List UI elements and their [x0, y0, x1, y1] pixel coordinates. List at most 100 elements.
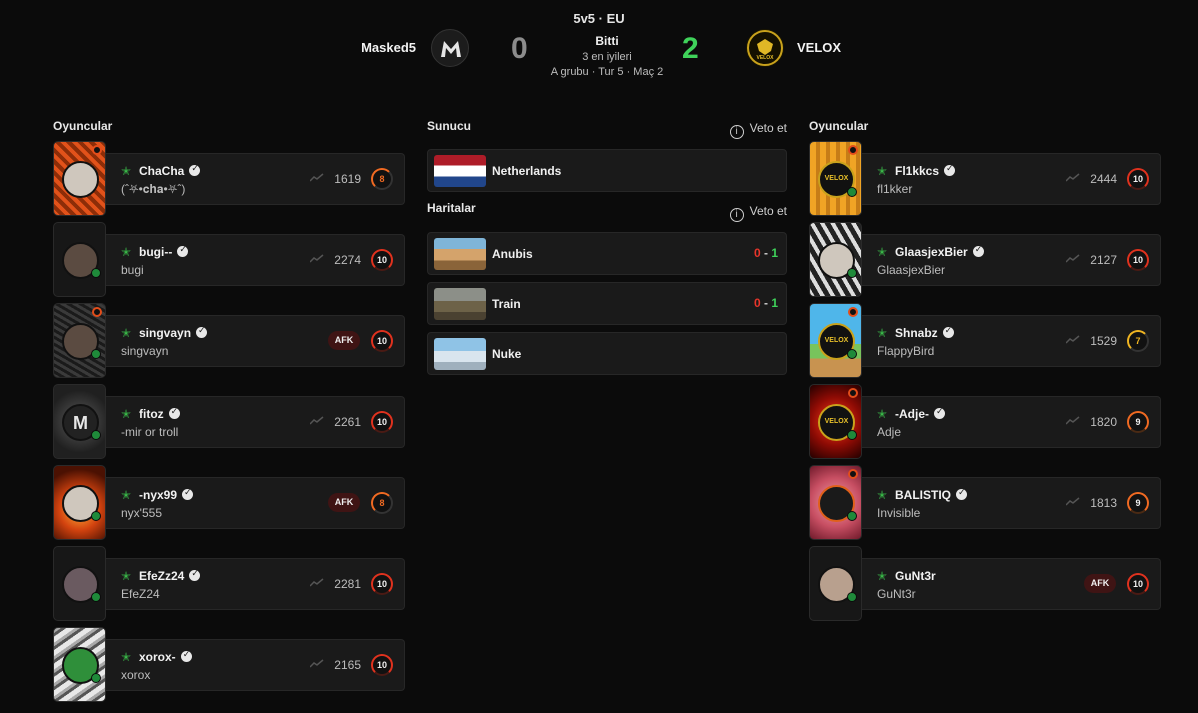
elo-trend-icon	[1066, 497, 1080, 506]
player-avatar-card[interactable]	[809, 303, 862, 378]
player-row[interactable]: ✭ Shnabz FlappyBird 1529 7	[809, 303, 1161, 384]
team2-score: 2	[682, 32, 699, 65]
player-info-card[interactable]: ✭ GuNt3r GuNt3r AFK 10	[862, 558, 1161, 610]
match-status: Bitti	[595, 34, 619, 48]
netherlands-flag-icon	[434, 155, 486, 187]
team2-name[interactable]: VELOX	[797, 40, 841, 55]
right-team-title: Oyuncular	[809, 119, 869, 133]
player-row[interactable]: ✭ xorox- xorox 2165 10	[53, 627, 405, 708]
player-row[interactable]: ✭ -nyx99 nyx'555 AFK 8	[53, 465, 405, 546]
verified-icon	[942, 325, 954, 338]
afk-badge: AFK	[328, 493, 360, 512]
player-avatar-card[interactable]	[809, 222, 862, 297]
player-info-card[interactable]: ✭ Shnabz FlappyBird 1529 7	[862, 315, 1161, 367]
player-nickname[interactable]: Fl1kkcs	[895, 163, 956, 178]
maps-veto-button[interactable]: i Veto et	[729, 204, 787, 222]
player-info-card[interactable]: ✭ EfeZz24 EfeZ24 2281 10	[106, 558, 405, 610]
player-nickname[interactable]: -nyx99	[139, 487, 194, 502]
player-elo: 1813	[1090, 496, 1117, 510]
player-info-card[interactable]: ✭ GlaasjexBier GlaasjexBier 2127 10	[862, 234, 1161, 286]
player-avatar-card[interactable]	[53, 141, 106, 216]
player-nickname[interactable]: BALISTIQ	[895, 487, 967, 502]
player-info-card[interactable]: ✭ -nyx99 nyx'555 AFK 8	[106, 477, 405, 529]
player-avatar-card[interactable]	[809, 465, 862, 540]
player-display-name: GuNt3r	[877, 587, 916, 601]
player-nickname[interactable]: fitoz	[139, 406, 180, 421]
player-display-name: (ˆ⛧•𝐜𝐡𝐚•⛧ˆ)	[121, 182, 186, 196]
verified-icon	[182, 487, 194, 500]
player-nickname[interactable]: ChaCha	[139, 163, 201, 178]
match-mode: 5v5 · EU	[573, 11, 625, 26]
player-row[interactable]: ✭ ChaCha (ˆ⛧•𝐜𝐡𝐚•⛧ˆ) 1619 8	[53, 141, 405, 222]
star-icon: ✭	[121, 407, 132, 421]
player-info-card[interactable]: ✭ singvayn singvayn AFK 10	[106, 315, 405, 367]
player-row[interactable]: ✭ BALISTIQ Invisible 1813 9	[809, 465, 1161, 546]
skill-level-badge: 7	[1127, 330, 1149, 352]
player-nickname[interactable]: xorox-	[139, 649, 192, 664]
team1-name[interactable]: Masked5	[361, 40, 416, 55]
star-icon: ✭	[121, 326, 132, 340]
player-row[interactable]: ✭ EfeZz24 EfeZ24 2281 10	[53, 546, 405, 627]
player-avatar-card[interactable]	[53, 222, 106, 297]
map-name: Anubis	[492, 247, 533, 261]
player-row[interactable]: ✭ -Adje- Adje 1820 9	[809, 384, 1161, 465]
skill-level-badge: 10	[1127, 168, 1149, 190]
player-nickname[interactable]: -Adje-	[895, 406, 945, 421]
server-location: Netherlands	[492, 164, 562, 178]
map-row-train[interactable]: Train 0 - 1	[427, 282, 787, 325]
shield-icon	[847, 592, 857, 602]
player-info-card[interactable]: ✭ xorox- xorox 2165 10	[106, 639, 405, 691]
player-elo: 2274	[334, 253, 361, 267]
verified-icon	[189, 163, 201, 176]
shield-icon	[847, 511, 857, 521]
player-display-name: fl1kker	[877, 182, 913, 196]
player-display-name: bugi	[121, 263, 144, 277]
skill-level-badge: 8	[371, 168, 393, 190]
server-veto-button[interactable]: i Veto et	[729, 121, 787, 139]
player-elo: 2127	[1090, 253, 1117, 267]
player-nickname[interactable]: GlaasjexBier	[895, 244, 984, 259]
star-icon: ✭	[121, 650, 132, 664]
map-row-nuke[interactable]: Nuke	[427, 332, 787, 375]
player-row[interactable]: ✭ fitoz -mir or troll 2261 10	[53, 384, 405, 465]
player-avatar-card[interactable]	[53, 546, 106, 621]
player-info-card[interactable]: ✭ bugi-- bugi 2274 10	[106, 234, 405, 286]
player-nickname[interactable]: GuNt3r	[895, 569, 936, 583]
verified-icon	[168, 406, 180, 419]
map-thumbnail	[434, 338, 486, 370]
player-info-card[interactable]: ✭ Fl1kkcs fl1kker 2444 10	[862, 153, 1161, 205]
player-info-card[interactable]: ✭ ChaCha (ˆ⛧•𝐜𝐡𝐚•⛧ˆ) 1619 8	[106, 153, 405, 205]
player-info-card[interactable]: ✭ -Adje- Adje 1820 9	[862, 396, 1161, 448]
player-info-card[interactable]: ✭ BALISTIQ Invisible 1813 9	[862, 477, 1161, 529]
elo-trend-icon	[310, 659, 324, 668]
player-nickname[interactable]: singvayn	[139, 325, 208, 340]
star-icon: ✭	[121, 488, 132, 502]
player-avatar-card[interactable]	[53, 465, 106, 540]
player-row[interactable]: ✭ GlaasjexBier GlaasjexBier 2127 10	[809, 222, 1161, 303]
right-team-roster: ✭ Fl1kkcs fl1kker 2444 10 ✭ GlaasjexBier…	[809, 141, 1161, 627]
verified-icon	[189, 568, 201, 581]
player-nickname[interactable]: bugi--	[139, 244, 189, 259]
player-avatar-card[interactable]	[809, 546, 862, 621]
map-row-anubis[interactable]: Anubis 0 - 1	[427, 232, 787, 275]
player-nickname[interactable]: EfeZz24	[139, 568, 201, 583]
player-avatar-card[interactable]	[809, 141, 862, 216]
player-avatar-card[interactable]	[53, 627, 106, 702]
player-avatar-card[interactable]	[53, 303, 106, 378]
player-row[interactable]: ✭ bugi-- bugi 2274 10	[53, 222, 405, 303]
player-elo: 2261	[334, 415, 361, 429]
team2-logo[interactable]: VELOX	[746, 29, 784, 67]
player-elo: 2444	[1090, 172, 1117, 186]
skill-level-badge: 10	[371, 411, 393, 433]
player-display-name: FlappyBird	[877, 344, 935, 358]
team1-logo[interactable]	[431, 29, 469, 67]
player-row[interactable]: ✭ GuNt3r GuNt3r AFK 10	[809, 546, 1161, 627]
player-row[interactable]: ✭ Fl1kkcs fl1kker 2444 10	[809, 141, 1161, 222]
player-info-card[interactable]: ✭ fitoz -mir or troll 2261 10	[106, 396, 405, 448]
player-nickname[interactable]: Shnabz	[895, 325, 954, 340]
player-avatar-card[interactable]	[809, 384, 862, 459]
rank-badge-icon	[848, 388, 858, 398]
verified-icon	[972, 244, 984, 257]
player-avatar-card[interactable]	[53, 384, 106, 459]
player-row[interactable]: ✭ singvayn singvayn AFK 10	[53, 303, 405, 384]
